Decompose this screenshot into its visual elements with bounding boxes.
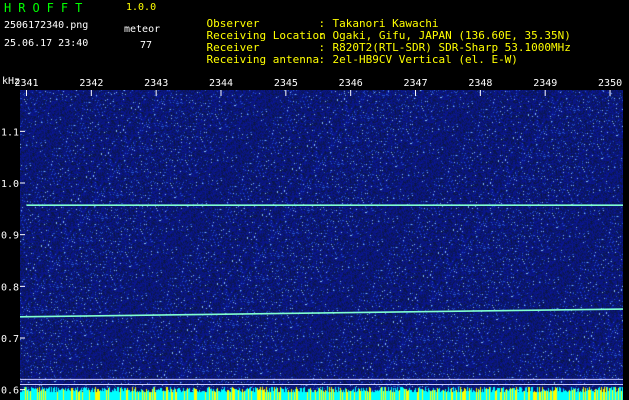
- carrier-lines: [19, 204, 624, 318]
- capture-datetime: 25.06.17 23:40: [4, 38, 89, 49]
- info-value: 2el-HB9CV Vertical (el. E-W): [332, 53, 518, 66]
- header-panel: HROFFT 1.0.0 2506172340.png 25.06.17 23:…: [0, 0, 629, 72]
- y-tick-label: 0.7: [1, 334, 19, 345]
- reference-lines: [20, 378, 623, 385]
- y-tick-label: 0.9: [1, 231, 19, 242]
- y-tick-label: 1.0: [1, 179, 19, 190]
- app-version: 1.0.0: [126, 2, 157, 13]
- x-tick-label: 2341: [14, 78, 38, 89]
- x-tick-label: 2343: [144, 78, 168, 89]
- y-axis-ticks: 1.1 1.0 0.9 0.8 0.7 0.6: [1, 127, 25, 397]
- file-name: 2506172340.png: [4, 20, 89, 31]
- x-tick-label: 2346: [339, 78, 363, 89]
- event-count: 77: [140, 40, 153, 51]
- app-title: HROFFT: [4, 1, 90, 15]
- x-tick-label: 2342: [79, 78, 103, 89]
- spectrogram-overlay: kHz 2341 2342 2343 2344 2345 2346 2347 2348 2349…: [1, 76, 624, 397]
- y-tick-label: 1.1: [1, 127, 19, 138]
- info-colon: :: [318, 53, 326, 66]
- x-tick-label: 2345: [274, 78, 298, 89]
- x-axis-ticks: 2341 2342 2343 2344 2345 2346 2347 2348 2349 2350: [14, 78, 622, 96]
- event-label: meteor: [124, 24, 161, 35]
- y-tick-label: 0.8: [1, 282, 19, 293]
- x-tick-label: 2347: [404, 78, 428, 89]
- carrier-line: [19, 308, 624, 318]
- info-label: Receiving antenna: [206, 53, 320, 66]
- x-tick-label: 2350: [598, 78, 622, 89]
- x-tick-label: 2349: [533, 78, 557, 89]
- spectrogram-panel: kHz 2341 2342 2343 2344 2345 2346 2347 2348 2349…: [0, 72, 629, 400]
- x-tick-label: 2344: [209, 78, 233, 89]
- y-tick-label: 0.6: [1, 386, 19, 397]
- x-tick-label: 2348: [468, 78, 492, 89]
